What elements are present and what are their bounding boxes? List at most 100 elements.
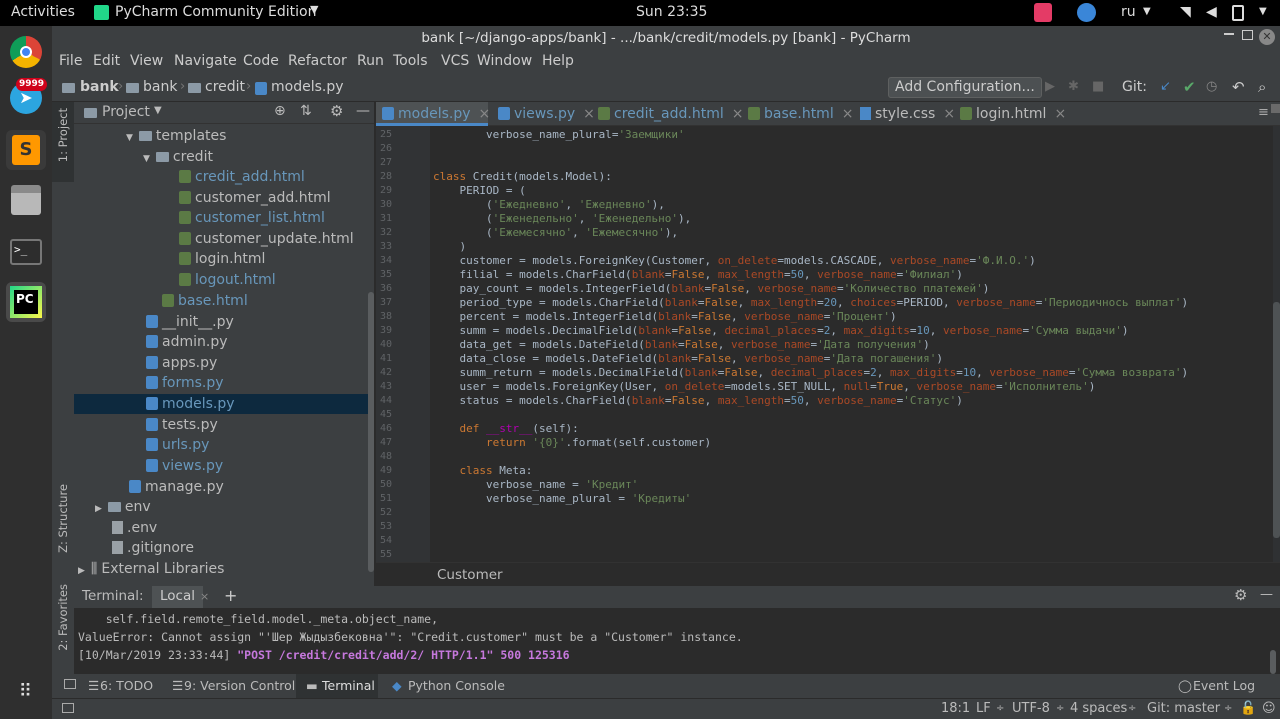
run-icon[interactable]: ▶ <box>1045 79 1055 94</box>
inspector-icon[interactable]: ☺ <box>1262 701 1276 716</box>
close-tab-icon[interactable]: × <box>1054 106 1066 122</box>
tree-file-urls[interactable]: urls.py <box>146 435 209 455</box>
project-scrollbar[interactable] <box>368 292 374 572</box>
app-menu-chevron-icon[interactable]: ▼ <box>310 3 318 16</box>
chevron-down-icon[interactable]: ▼ <box>154 105 162 116</box>
stop-icon[interactable]: ■ <box>1092 79 1104 94</box>
chrome-tray-icon[interactable] <box>1077 3 1096 22</box>
breadcrumb-bank[interactable]: bank <box>143 79 177 95</box>
git-history-icon[interactable]: ◷ <box>1206 79 1217 94</box>
activities-button[interactable]: Activities <box>11 4 75 20</box>
terminal-output[interactable]: self.field.remote_field.model._meta.obje… <box>74 608 1280 674</box>
tab-login-html[interactable]: login.html × <box>954 102 1066 126</box>
file-encoding[interactable]: UTF-8 <box>1012 701 1050 716</box>
menu-edit[interactable]: Edit <box>93 53 120 69</box>
battery-icon[interactable] <box>1232 5 1244 21</box>
menu-refactor[interactable]: Refactor <box>288 53 347 69</box>
add-configuration-button[interactable]: Add Configuration... <box>888 77 1042 98</box>
breadcrumb-models[interactable]: models.py <box>271 79 344 95</box>
caret-position[interactable]: 18:1 <box>941 701 970 716</box>
terminal-scrollbar[interactable] <box>1270 650 1276 674</box>
gear-icon[interactable]: ⚙ <box>330 102 343 120</box>
tree-folder-templates[interactable]: ▼ templates <box>126 126 226 146</box>
tree-file-customer-add[interactable]: customer_add.html <box>179 188 331 208</box>
lock-icon[interactable]: 🔓 <box>1240 701 1256 716</box>
inspection-indicator-icon[interactable] <box>1271 104 1280 113</box>
menu-code[interactable]: Code <box>243 53 279 69</box>
sublime-dock-icon[interactable]: S <box>6 130 46 170</box>
menu-help[interactable]: Help <box>542 53 574 69</box>
app-menu-button[interactable]: PyCharm Community Edition <box>115 4 316 20</box>
editor-breadcrumb[interactable]: Customer <box>437 567 503 583</box>
tray-app-icon[interactable] <box>1034 3 1052 22</box>
tree-file-tests[interactable]: tests.py <box>146 415 218 435</box>
maximize-button[interactable] <box>1242 30 1253 40</box>
tab-models-py[interactable]: models.py × <box>376 102 491 126</box>
tool-tab-python-console[interactable]: Python Console <box>408 678 505 693</box>
menu-run[interactable]: Run <box>357 53 384 69</box>
menu-navigate[interactable]: Navigate <box>174 53 237 69</box>
breadcrumb-root[interactable]: bank <box>80 79 119 95</box>
menu-window[interactable]: Window <box>477 53 532 69</box>
locate-file-icon[interactable]: ⊕ <box>274 103 286 119</box>
structure-tool-tab[interactable]: Z: Structure <box>56 484 70 553</box>
volume-icon[interactable]: ◀ <box>1206 4 1217 20</box>
tree-file-admin[interactable]: admin.py <box>146 332 228 352</box>
show-applications-icon[interactable]: ⠿ <box>6 672 46 712</box>
layout-chevron-icon[interactable]: ▼ <box>1143 6 1151 17</box>
git-update-icon[interactable]: ↙ <box>1160 79 1171 94</box>
chevron-down-icon[interactable]: ÷ <box>1128 703 1136 714</box>
tree-file-views[interactable]: views.py <box>146 456 223 476</box>
terminal-dock-icon[interactable]: >_ <box>6 232 46 272</box>
git-commit-icon[interactable]: ✔ <box>1183 78 1196 96</box>
close-tab-icon[interactable]: × <box>479 106 491 122</box>
tab-credit-add-html[interactable]: credit_add.html × <box>592 102 743 126</box>
editor-scrollbar-thumb[interactable] <box>1273 302 1280 538</box>
tree-file-forms[interactable]: forms.py <box>146 373 224 393</box>
tab-base-html[interactable]: base.html × <box>742 102 853 126</box>
tree-external-libraries[interactable]: ▶ ⫼ External Libraries <box>78 559 224 579</box>
git-rollback-icon[interactable]: ↶ <box>1232 78 1245 96</box>
git-branch[interactable]: Git: master <box>1147 701 1220 716</box>
indent-settings[interactable]: 4 spaces <box>1070 701 1127 716</box>
chevron-down-icon[interactable]: ÷ <box>996 703 1004 714</box>
close-window-button[interactable]: ✕ <box>1259 29 1275 45</box>
system-menu-chevron-icon[interactable]: ▼ <box>1259 6 1267 17</box>
tree-file-logout[interactable]: logout.html <box>179 270 276 290</box>
hide-panel-icon[interactable]: — <box>356 103 370 119</box>
tool-tab-event-log[interactable]: Event Log <box>1193 678 1255 693</box>
menu-file[interactable]: File <box>59 53 82 69</box>
minimize-button[interactable] <box>1224 33 1234 35</box>
gear-icon[interactable]: ⚙ <box>1234 586 1247 604</box>
breadcrumb-credit[interactable]: credit <box>205 79 245 95</box>
collapse-all-icon[interactable]: ⇅ <box>300 103 312 119</box>
tab-views-py[interactable]: views.py × <box>492 102 595 126</box>
tree-file-base[interactable]: base.html <box>162 291 248 311</box>
debug-icon[interactable]: ✱ <box>1068 79 1079 94</box>
search-everywhere-icon[interactable]: ⌕ <box>1258 78 1266 96</box>
tool-tab-version-control[interactable]: 9: Version Control <box>184 678 295 693</box>
tree-file-models[interactable]: models.py <box>74 394 368 414</box>
menu-view[interactable]: View <box>130 53 163 69</box>
pycharm-dock-icon[interactable]: PC <box>6 282 46 322</box>
keyboard-layout[interactable]: ru <box>1121 4 1136 20</box>
chrome-dock-icon[interactable] <box>6 32 46 72</box>
toggle-tool-windows-icon[interactable] <box>64 679 76 689</box>
tree-file-manage[interactable]: manage.py <box>129 477 224 497</box>
project-tool-tab[interactable]: 1: Project <box>56 108 70 162</box>
tree-folder-env[interactable]: ▶ env <box>95 497 151 517</box>
chevron-down-icon[interactable]: ÷ <box>1224 703 1232 714</box>
wifi-icon[interactable]: ◥ <box>1180 4 1191 20</box>
tool-tab-terminal[interactable]: Terminal <box>322 678 375 693</box>
chevron-down-icon[interactable]: ÷ <box>1056 703 1064 714</box>
tree-file-customer-list[interactable]: customer_list.html <box>179 208 325 228</box>
tab-style-css[interactable]: style.css × <box>854 102 955 126</box>
tree-file-gitignore[interactable]: .gitignore <box>112 538 194 558</box>
tree-file-init[interactable]: __init__.py <box>146 312 234 332</box>
files-dock-icon[interactable] <box>6 180 46 220</box>
hide-panel-icon[interactable]: — <box>1260 587 1273 602</box>
clock[interactable]: Sun 23:35 <box>636 4 707 20</box>
tool-tab-todo[interactable]: 6: TODO <box>100 678 153 693</box>
tree-file-dotenv[interactable]: .env <box>112 518 157 538</box>
tabs-menu-icon[interactable]: ≡ <box>1258 105 1269 120</box>
